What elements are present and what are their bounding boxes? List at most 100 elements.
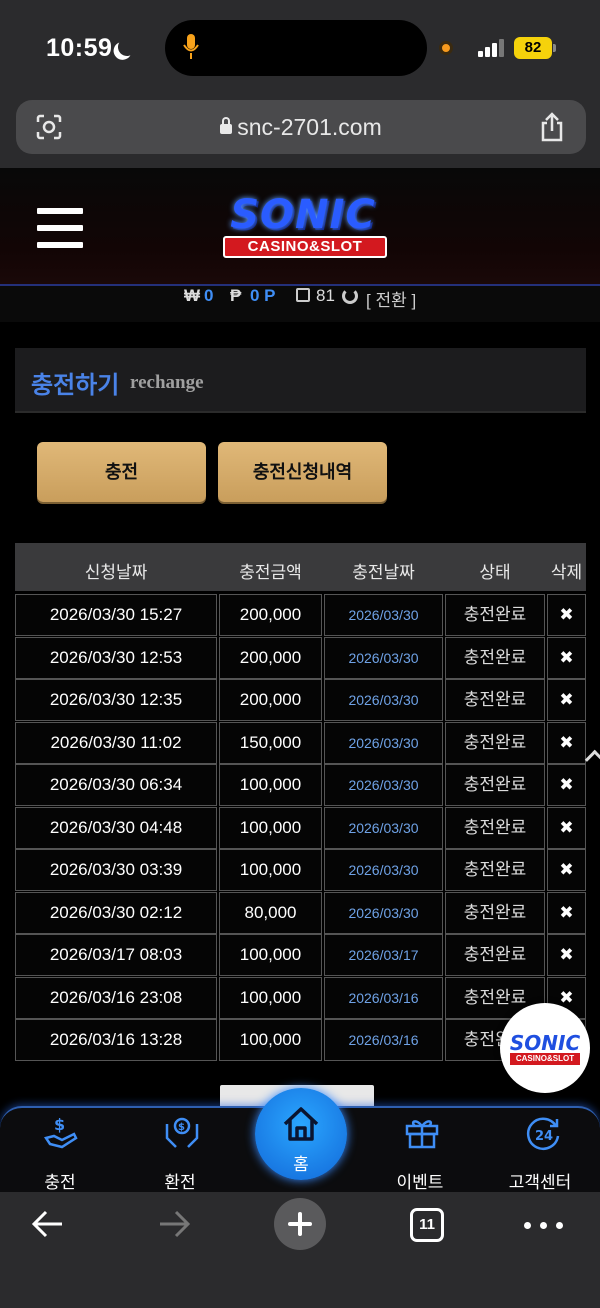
- charge-date-cell: 2026/03/30: [324, 679, 443, 721]
- col-charge-date: 충전날짜: [352, 563, 415, 582]
- support-24-icon: 24: [526, 1117, 560, 1150]
- dynamic-island: [165, 20, 427, 76]
- delete-x-icon[interactable]: ✖: [559, 893, 573, 933]
- delete-cell[interactable]: ✖: [547, 764, 586, 806]
- amount-cell: 100,000: [219, 934, 322, 976]
- charge-date-cell: 2026/03/30: [324, 764, 443, 806]
- coupon-icon: [296, 288, 310, 302]
- request-date-cell: 2026/03/16 13:28: [15, 1019, 217, 1061]
- col-delete: 삭제: [550, 563, 583, 582]
- badge-logo-sub: CASINO&SLOT: [510, 1053, 580, 1065]
- request-date-cell: 2026/03/30 02:12: [15, 892, 217, 934]
- nav-withdraw[interactable]: $ 환전: [130, 1108, 230, 1194]
- delete-cell[interactable]: ✖: [547, 637, 586, 679]
- charge-date-cell: 2026/03/30: [324, 637, 443, 679]
- amount-cell: 100,000: [219, 764, 322, 806]
- delete-x-icon[interactable]: ✖: [559, 680, 573, 720]
- deposit-button[interactable]: 충전: [37, 442, 206, 502]
- sonic-logo[interactable]: SONIC CASINO&SLOT: [205, 192, 401, 264]
- nav-support-label: 고객센터: [508, 1173, 572, 1192]
- table-row: 2026/03/30 12:35 200,000 2026/03/30 충전완료…: [15, 679, 586, 721]
- delete-cell[interactable]: ✖: [547, 722, 586, 764]
- charge-date-cell: 2026/03/17: [324, 934, 443, 976]
- address-bar[interactable]: snc-2701.com: [16, 100, 586, 154]
- badge-logo-text: SONIC: [509, 1031, 581, 1055]
- delete-cell[interactable]: ✖: [547, 594, 586, 636]
- delete-cell[interactable]: ✖: [547, 892, 586, 934]
- delete-x-icon[interactable]: ✖: [559, 935, 573, 975]
- nav-event[interactable]: 이벤트: [370, 1108, 470, 1194]
- table-header: 신청날짜 충전금액 충전날짜 상태 삭제: [15, 543, 586, 591]
- refresh-icon[interactable]: [342, 288, 358, 304]
- delete-x-icon[interactable]: ✖: [559, 723, 573, 763]
- page-subtitle: rechange: [130, 372, 204, 393]
- floating-sonic-badge[interactable]: SONIC CASINO&SLOT: [500, 1003, 590, 1093]
- nav-deposit[interactable]: $ 충전: [10, 1108, 110, 1194]
- forward-arrow-icon[interactable]: [156, 1206, 192, 1242]
- hand-coin-icon: $: [44, 1115, 78, 1149]
- request-date-cell: 2026/03/30 12:53: [15, 637, 217, 679]
- charge-date-cell: 2026/03/30: [324, 722, 443, 764]
- charge-date-cell: 2026/03/30: [324, 594, 443, 636]
- nav-deposit-label: 충전: [44, 1173, 76, 1192]
- cellular-signal-icon: [478, 39, 506, 57]
- col-request-date: 신청날짜: [84, 563, 148, 582]
- back-arrow-icon[interactable]: [30, 1206, 66, 1242]
- table-row: 2026/03/30 02:12 80,000 2026/03/30 충전완료 …: [15, 892, 586, 934]
- switch-button[interactable]: [ 전환 ]: [366, 286, 416, 311]
- delete-x-icon[interactable]: ✖: [559, 850, 573, 890]
- amount-cell: 100,000: [219, 977, 322, 1019]
- delete-cell[interactable]: ✖: [547, 849, 586, 891]
- clock: 10:59: [46, 34, 113, 62]
- logo-sub-text: CASINO&SLOT: [223, 236, 387, 258]
- charge-date-cell: 2026/03/30: [324, 849, 443, 891]
- deposit-history-button[interactable]: 충전신청내역: [218, 442, 387, 502]
- delete-x-icon[interactable]: ✖: [559, 808, 573, 848]
- delete-cell[interactable]: ✖: [547, 679, 586, 721]
- amount-cell: 100,000: [219, 1019, 322, 1061]
- tab-switcher-button[interactable]: 11: [410, 1208, 444, 1242]
- amount-cell: 100,000: [219, 807, 322, 849]
- delete-cell[interactable]: ✖: [547, 807, 586, 849]
- request-date-cell: 2026/03/16 23:08: [15, 977, 217, 1019]
- amount-cell: 100,000: [219, 849, 322, 891]
- amount-cell: 200,000: [219, 637, 322, 679]
- share-icon[interactable]: [538, 112, 566, 142]
- amount-cell: 200,000: [219, 594, 322, 636]
- delete-cell[interactable]: ✖: [547, 934, 586, 976]
- charge-date-cell: 2026/03/16: [324, 977, 443, 1019]
- amount-cell: 200,000: [219, 679, 322, 721]
- status-cell: 충전완료: [445, 892, 545, 934]
- browser-address-area: snc-2701.com: [0, 96, 600, 168]
- new-tab-plus-icon[interactable]: [274, 1198, 326, 1250]
- logo-main-text: SONIC: [230, 192, 376, 238]
- nav-home-button[interactable]: 홈: [255, 1088, 347, 1180]
- url-text[interactable]: snc-2701.com: [16, 114, 586, 141]
- delete-x-icon[interactable]: ✖: [559, 638, 573, 678]
- table-row: 2026/03/30 03:39 100,000 2026/03/30 충전완료…: [15, 849, 586, 891]
- status-cell: 충전완료: [445, 722, 545, 764]
- won-balance: 0: [204, 286, 214, 305]
- col-amount: 충전금액: [239, 563, 302, 582]
- table-row: 2026/03/17 08:03 100,000 2026/03/17 충전완료…: [15, 934, 586, 976]
- amount-cell: 80,000: [219, 892, 322, 934]
- delete-x-icon[interactable]: ✖: [559, 595, 573, 635]
- delete-x-icon[interactable]: ✖: [559, 765, 573, 805]
- request-date-cell: 2026/03/30 11:02: [15, 722, 217, 764]
- home-icon: [283, 1107, 319, 1141]
- section-header: 충전하기 rechange: [15, 348, 586, 413]
- point-balance: 0 P: [250, 286, 276, 305]
- request-date-cell: 2026/03/30 15:27: [15, 594, 217, 636]
- page-title: 충전하기: [31, 372, 120, 399]
- request-date-cell: 2026/03/17 08:03: [15, 934, 217, 976]
- point-symbol: ₱: [230, 286, 242, 305]
- nav-support[interactable]: 24 고객센터: [490, 1108, 590, 1194]
- site-header: SONIC CASINO&SLOT: [0, 168, 600, 286]
- table-row: 2026/03/30 06:34 100,000 2026/03/30 충전완료…: [15, 764, 586, 806]
- table-row: 2026/03/30 15:27 200,000 2026/03/30 충전완료…: [15, 594, 586, 636]
- status-cell: 충전완료: [445, 849, 545, 891]
- status-cell: 충전완료: [445, 807, 545, 849]
- status-cell: 충전완료: [445, 637, 545, 679]
- more-menu-icon[interactable]: [524, 1222, 564, 1230]
- menu-hamburger-icon[interactable]: [37, 208, 83, 248]
